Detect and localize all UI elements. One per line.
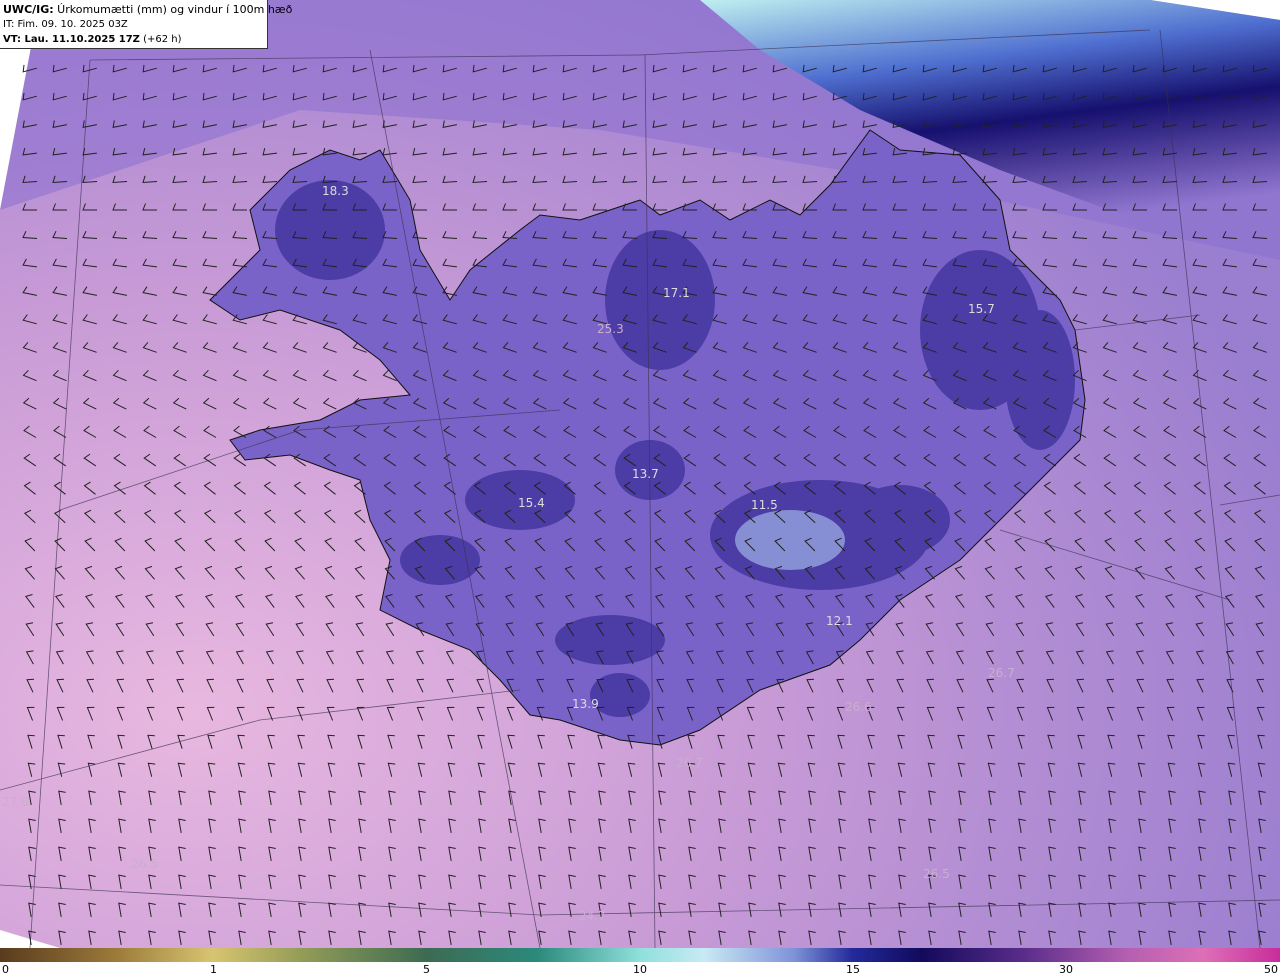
colorbar-tick: 15 (846, 963, 860, 976)
header-line-valid: VT: Lau. 11.10.2025 17Z (+62 h) (3, 32, 264, 47)
colorbar-tick: 0 (2, 963, 9, 976)
colorbar-tick: 5 (423, 963, 430, 976)
map-value: 24.7 (579, 909, 606, 923)
map-header: UWC/IG: Úrkomumætti (mm) og vindur í 100… (0, 0, 292, 49)
forecast-map: UWC/IG: Úrkomumætti (mm) og vindur í 100… (0, 0, 1280, 978)
colorbar (0, 948, 1280, 962)
map-value: 11.5 (751, 498, 778, 512)
colorbar-tick: 10 (633, 963, 647, 976)
map-value: 17.1 (663, 286, 690, 300)
map-value: 12.1 (826, 614, 853, 628)
header-product-text: Úrkomumætti (mm) og vindur í 100m hæð (53, 3, 293, 16)
map-value: 13.9 (572, 697, 599, 711)
map-value: 24 (462, 665, 478, 679)
header-valid-label: VT: Lau. 11.10.2025 17Z (3, 34, 140, 45)
map-value: 26.5 (923, 867, 950, 881)
map-value: 15.4 (518, 496, 545, 510)
header-valid-text: (+62 h) (139, 34, 182, 45)
map-value: 13.7 (632, 467, 659, 481)
colorbar-tick: 30 (1059, 963, 1073, 976)
header-line-product: UWC/IG: Úrkomumætti (mm) og vindur í 100… (3, 2, 292, 17)
header-initial-time: IT: Fim. 09. 10. 2025 03Z (3, 19, 128, 30)
header-product-label: UWC/IG: (3, 3, 54, 16)
map-value: 18.3 (322, 184, 349, 198)
map-value: 26.5 (131, 857, 158, 871)
map-value: 27.0 (2, 795, 29, 809)
map-value: 25.3 (597, 322, 624, 336)
map-value: 26.6 (845, 700, 872, 714)
map-value: 15.7 (968, 302, 995, 316)
map-value: 26.7 (988, 666, 1015, 680)
colorbar-labels: 0 1 5 10 15 30 50 (0, 962, 1280, 978)
map-value: 26.7 (676, 756, 703, 770)
colorbar-tick: 50 (1264, 963, 1278, 976)
colorbar-tick: 1 (210, 963, 217, 976)
